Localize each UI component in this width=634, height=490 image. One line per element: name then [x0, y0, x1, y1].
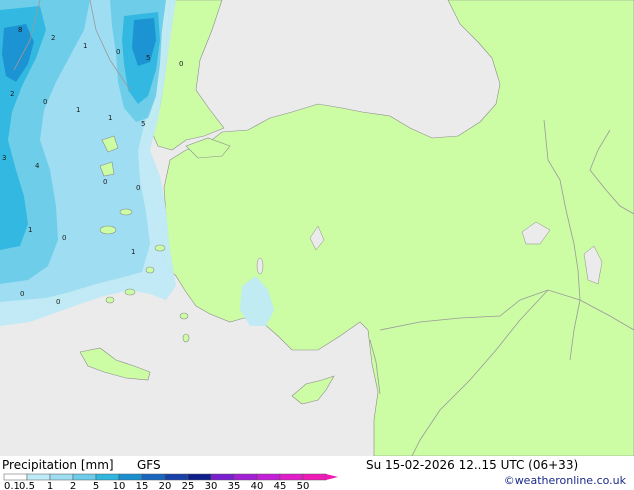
contour-label: 8 [18, 26, 22, 34]
contour-label: 0 [136, 184, 140, 192]
legend-tick-label: 35 [228, 481, 241, 490]
contour-label: 0 [43, 98, 47, 106]
legend-swatch [141, 473, 166, 481]
precipitation-legend: 0.1 0.5 1 2 5 10 15 20 25 30 35 40 45 50 [3, 473, 338, 490]
legend-swatch [49, 473, 74, 481]
legend-swatch [3, 473, 28, 481]
legend-swatch [279, 473, 304, 481]
legend-tick-label: 0.5 [19, 481, 35, 490]
contour-label: 2 [51, 34, 55, 42]
legend-tick-label: 0.1 [4, 481, 20, 490]
contour-label: 1 [131, 248, 135, 256]
contour-label: 2 [10, 90, 14, 98]
valid-time: Su 15-02-2026 12..15 UTC (06+33) [366, 458, 579, 472]
contour-label: 0 [20, 290, 24, 298]
legend-tick-label: 30 [205, 481, 218, 490]
contour-label: 1 [108, 114, 112, 122]
product-title: Precipitation [mm] [2, 458, 114, 472]
contour-label: 5 [141, 120, 145, 128]
legend-tick-label: 50 [297, 481, 310, 490]
legend-tick-label: 1 [47, 481, 53, 490]
legend-arrow [326, 474, 338, 480]
legend-tick-label: 25 [182, 481, 195, 490]
contour-label: 1 [83, 42, 87, 50]
contour-label: 0 [116, 48, 120, 56]
legend-swatch [72, 473, 97, 481]
legend-swatch [164, 473, 189, 481]
legend-swatch [233, 473, 258, 481]
contour-label: 0 [103, 178, 107, 186]
legend-swatch [302, 473, 327, 481]
legend-tick-label: 15 [136, 481, 149, 490]
contour-label: 0 [56, 298, 60, 306]
credit-text: ©weatheronline.co.uk [503, 474, 626, 487]
legend-swatch [256, 473, 281, 481]
legend-swatch [210, 473, 235, 481]
legend-tick-label: 5 [93, 481, 99, 490]
contour-label: 5 [146, 54, 150, 62]
legend-tick-label: 10 [113, 481, 126, 490]
legend-tick-label: 45 [274, 481, 287, 490]
legend-swatch [118, 473, 143, 481]
contour-label: 3 [2, 154, 6, 162]
legend-tick-label: 20 [159, 481, 172, 490]
contour-label: 1 [28, 226, 32, 234]
legend-swatch [26, 473, 51, 481]
legend-swatch [95, 473, 120, 481]
legend-swatch [187, 473, 212, 481]
contour-label: 0 [62, 234, 66, 242]
precipitation-map: 8 2 1 0 5 0 2 0 1 1 5 3 4 0 0 1 0 1 0 0 [0, 0, 634, 456]
model-name: GFS [137, 458, 161, 472]
legend-tick-label: 40 [251, 481, 264, 490]
legend-tick-label: 2 [70, 481, 76, 490]
contour-label: 4 [35, 162, 40, 170]
contour-label: 0 [179, 60, 183, 68]
contour-label: 1 [76, 106, 80, 114]
